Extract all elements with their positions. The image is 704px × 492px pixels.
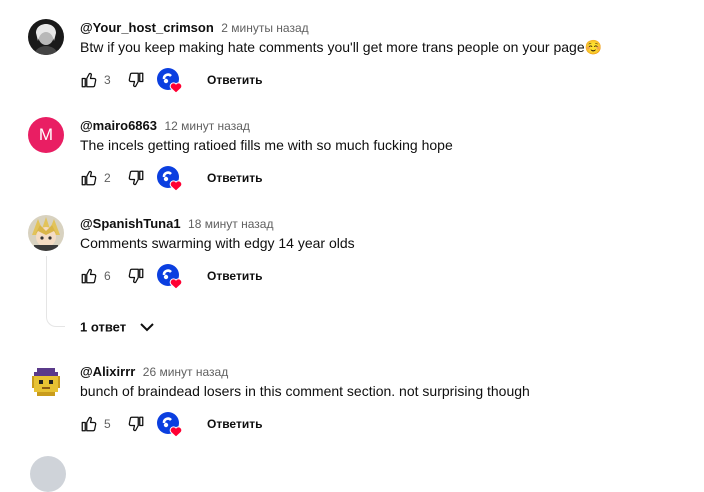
comment-author[interactable]: @Alixirrr (80, 364, 135, 379)
comment-actions: 5 Ответить (80, 412, 380, 443)
reply-button[interactable]: Ответить (207, 171, 262, 185)
like-count: 2 (104, 171, 111, 185)
replies-count-label[interactable]: 1 ответ (80, 319, 126, 334)
anime-character-avatar-icon (28, 215, 64, 251)
like-count: 5 (104, 417, 111, 431)
comment-text: Comments swarming with edgy 14 year olds (80, 235, 355, 251)
comment-text: The incels getting ratioed fills me with… (80, 137, 453, 153)
thumbs-up-icon[interactable] (80, 71, 98, 89)
comment-actions: 3 Ответить (80, 68, 380, 99)
comment-actions: 6 Ответить (80, 264, 380, 295)
thumbs-down-icon[interactable] (127, 169, 145, 187)
pixel-art-avatar-icon (28, 363, 64, 399)
thumbs-down-icon[interactable] (127, 71, 145, 89)
creator-heart-icon (157, 166, 183, 192)
creator-heart-icon (157, 264, 183, 290)
thread-connector (46, 256, 65, 327)
creator-heart-icon (157, 68, 183, 94)
reply-button[interactable]: Ответить (207, 73, 262, 87)
creator-heart-icon (157, 412, 183, 438)
thumbs-up-icon[interactable] (80, 267, 98, 285)
reply-button[interactable]: Ответить (207, 269, 262, 283)
comment-author[interactable]: @Your_host_crimson (80, 20, 214, 35)
comment-time[interactable]: 2 минуты назад (221, 21, 308, 35)
thumbs-up-icon[interactable] (80, 415, 98, 433)
thumbs-down-icon[interactable] (127, 267, 145, 285)
chevron-down-icon[interactable] (139, 319, 155, 335)
show-replies-button[interactable]: 1 ответ (80, 318, 155, 338)
avatar[interactable] (28, 19, 64, 55)
comment-text: Btw if you keep making hate comments you… (80, 39, 603, 55)
like-count: 6 (104, 269, 111, 283)
avatar[interactable] (28, 363, 64, 399)
comment-author[interactable]: @mairo6863 (80, 118, 157, 133)
avatar-letter: M (38, 125, 54, 144)
like-count: 3 (104, 73, 111, 87)
thumbs-down-icon[interactable] (127, 415, 145, 433)
comment-author[interactable]: @SpanishTuna1 (80, 216, 181, 231)
comment-actions: 2 Ответить (80, 166, 380, 197)
dark-portrait-avatar-icon (28, 19, 64, 55)
avatar[interactable] (28, 215, 64, 251)
reply-button[interactable]: Ответить (207, 417, 262, 431)
comment-time[interactable]: 18 минут назад (188, 217, 273, 231)
comment-time[interactable]: 12 минут назад (164, 119, 249, 133)
avatar[interactable]: M (28, 117, 64, 153)
comment-time[interactable]: 26 минут назад (143, 365, 228, 379)
comment-text: bunch of braindead losers in this commen… (80, 383, 530, 399)
thumbs-up-icon[interactable] (80, 169, 98, 187)
avatar[interactable] (30, 456, 66, 492)
